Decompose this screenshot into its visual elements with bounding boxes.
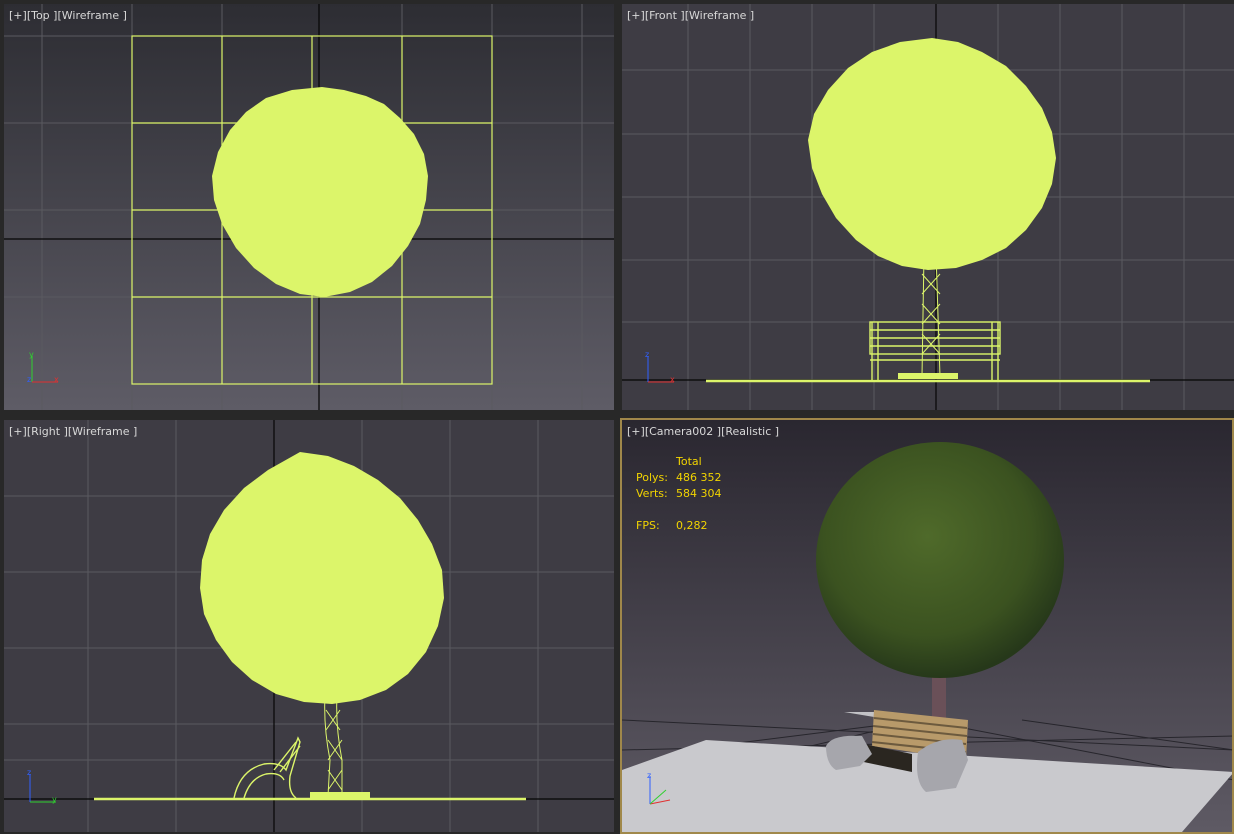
axis-z-label: z: [645, 350, 649, 359]
view-type-label[interactable]: [Front ]: [645, 9, 685, 22]
viewport-camera[interactable]: [+][Camera002 ][Realistic ] Total Polys:…: [622, 420, 1234, 832]
shading-mode-label[interactable]: [Realistic ]: [721, 425, 779, 438]
polys-value: 486 352: [676, 471, 722, 484]
fps-value: 0,282: [676, 519, 708, 532]
viewport-front[interactable]: [+][Front ][Wireframe ] z x: [622, 4, 1234, 410]
viewport-right[interactable]: [+][Right ][Wireframe ] z y: [4, 420, 614, 832]
right-viewport-canvas: [4, 420, 614, 832]
axis-y-label: y: [52, 795, 57, 804]
shading-mode-label[interactable]: [Wireframe ]: [685, 9, 754, 22]
axis-gizmo: z y: [27, 768, 57, 804]
axis-z-label: z: [27, 768, 31, 777]
axis-x-label: x: [670, 375, 675, 384]
axis-gizmo: y x z: [27, 350, 59, 384]
axis-x-label: x: [54, 375, 59, 384]
front-viewport-label: [+][Front ][Wireframe ]: [627, 9, 754, 22]
tree-canopy-camera: [816, 442, 1064, 678]
verts-value: 584 304: [676, 487, 722, 500]
polys-label: Polys:: [636, 471, 668, 484]
stats-header: Total: [676, 455, 702, 468]
shading-mode-label[interactable]: [Wireframe ]: [68, 425, 137, 438]
statistics-overlay: Total Polys: 486 352 Verts: 584 304 FPS: 0,…: [636, 454, 722, 534]
axis-gizmo: z: [647, 771, 671, 805]
top-viewport-canvas: [4, 4, 614, 410]
viewport-menu-button[interactable]: [+]: [9, 9, 27, 22]
view-type-label[interactable]: [Top ]: [27, 9, 58, 22]
fps-label: FPS:: [636, 519, 660, 532]
verts-label: Verts:: [636, 487, 668, 500]
right-viewport-label: [+][Right ][Wireframe ]: [9, 425, 137, 438]
axis-y-label: y: [29, 350, 34, 359]
viewport-menu-button[interactable]: [+]: [627, 425, 645, 438]
viewport-top[interactable]: [+][Top ][Wireframe ] y x z: [4, 4, 614, 410]
viewport-menu-button[interactable]: [+]: [9, 425, 27, 438]
view-type-label[interactable]: [Right ]: [27, 425, 68, 438]
top-viewport-label: [+][Top ][Wireframe ]: [9, 9, 127, 22]
shading-mode-label[interactable]: [Wireframe ]: [57, 9, 126, 22]
axis-gizmo: z x: [645, 350, 675, 384]
view-type-label[interactable]: [Camera002 ]: [645, 425, 721, 438]
camera-viewport-label: [+][Camera002 ][Realistic ]: [627, 425, 779, 438]
tree-base-front: [898, 373, 958, 379]
axis-z-label: z: [647, 771, 651, 780]
front-viewport-canvas: [622, 4, 1234, 410]
axis-z-label: z: [27, 375, 31, 384]
viewport-menu-button[interactable]: [+]: [627, 9, 645, 22]
